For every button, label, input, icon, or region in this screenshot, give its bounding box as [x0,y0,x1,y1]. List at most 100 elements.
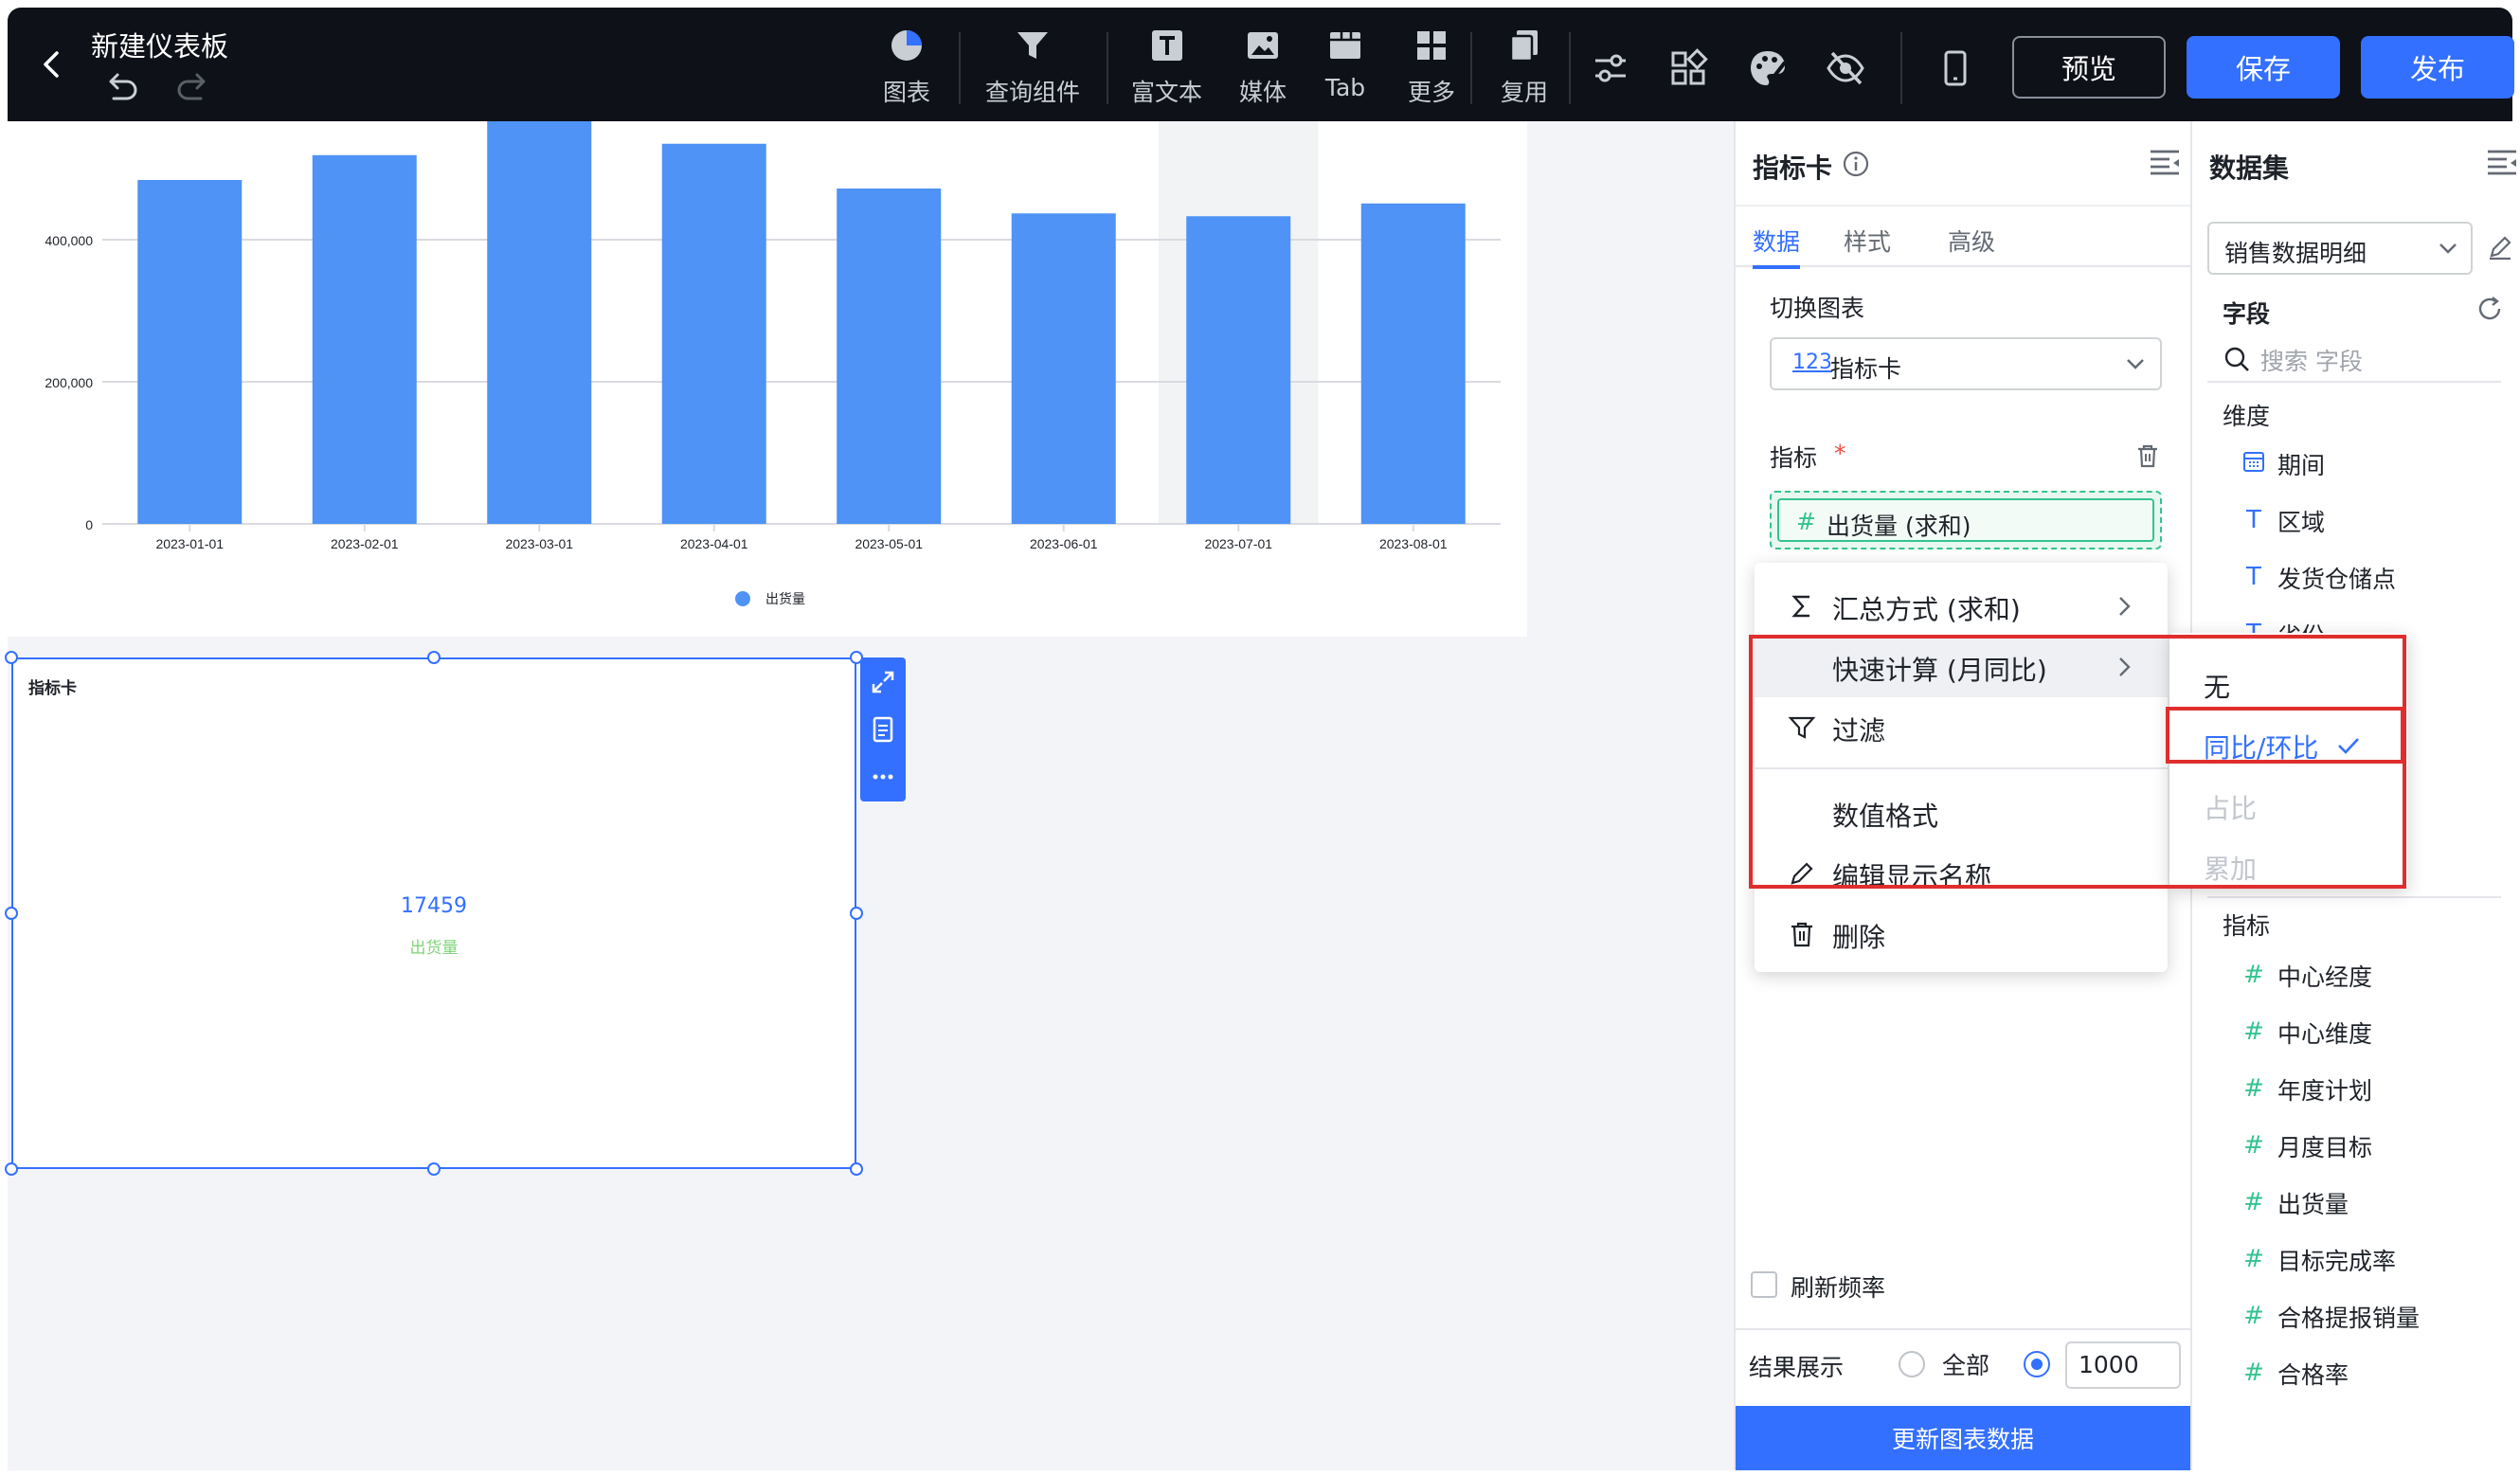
toolbar-chart-label: 图表 [883,79,931,106]
result-limit-radio[interactable] [2024,1351,2050,1377]
text-icon [1146,25,1188,66]
mobile-icon[interactable] [1935,47,1976,89]
eye-off-icon[interactable] [1825,47,1866,89]
legend-label: 出货量 [765,591,805,606]
bar [1360,203,1466,524]
resize-handle[interactable] [850,907,863,920]
toolbar-divider [1900,32,1902,104]
dataset-title: 数据集 [2209,153,2290,184]
collapse-panel-icon[interactable] [2149,148,2181,176]
x-tick-label: 2023-07-01 [1204,536,1272,551]
resize-handle[interactable] [5,907,18,920]
save-button[interactable]: 保存 [2187,36,2340,99]
tab-style[interactable]: 样式 [1844,224,1891,258]
menu-item-aggregation[interactable]: 汇总方式 (求和) [1755,576,2168,637]
chart-type-select[interactable]: 123 指标卡 [1770,337,2162,390]
palette-icon[interactable] [1747,47,1789,89]
calendar-icon [2240,449,2268,477]
sliders-icon[interactable] [1590,47,1631,89]
switch-chart-label: 切换图表 [1770,295,1865,322]
menu-item-label: 删除 [1832,922,1886,953]
x-tick-label: 2023-02-01 [331,536,399,551]
refresh-checkbox[interactable] [1751,1271,1777,1298]
bar-chart-card[interactable]: 0 200,000 400,000 2023-01-01 2023-02-01 2023-… [8,121,1527,637]
y-tick-label: 0 [85,517,93,532]
bar [1011,213,1116,524]
metric-card[interactable]: 指标卡 17459 出货量 [11,657,856,1169]
resize-handle[interactable] [5,1162,18,1176]
toolbar-more[interactable]: 更多 [1408,25,1455,116]
y-tick-label: 400,000 [45,233,93,248]
update-chart-button[interactable]: 更新图表数据 [1736,1406,2190,1470]
refresh-label: 刷新频率 [1791,1274,1886,1302]
more-icon[interactable] [868,762,898,792]
chevron-down-icon [2435,235,2461,261]
metric-section-label: 指标 [1770,444,1818,472]
edit-icon[interactable] [2486,233,2514,261]
chart-type-value: 指标卡 [1830,355,1902,383]
menu-item-delete[interactable]: 删除 [1755,904,2168,964]
resize-handle[interactable] [850,1162,863,1176]
metric-field-name: 出货量 (求和) [1827,513,1971,540]
dashboard-title[interactable]: 新建仪表板 [91,25,228,64]
search-icon [2223,345,2251,373]
number-type-icon: # [2243,1074,2264,1103]
toolbar-media-label: 媒体 [1239,79,1287,106]
info-icon[interactable] [1842,150,1870,178]
toolbar-query-label: 查询组件 [985,79,1081,106]
fields-label: 字段 [2223,300,2271,328]
chart-type-badge: 123 [1792,351,1832,374]
undo-icon[interactable] [102,70,140,104]
text-type-icon: T [2246,563,2261,591]
toolbar-chart[interactable]: 图表 [883,25,930,116]
field-search[interactable]: 搜索 字段 [2207,335,2501,383]
top-bar: 新建仪表板 图表 查询组件 富文本 媒体 Tab 更多 复用 预览 保存 发布 [8,8,2514,121]
document-icon[interactable] [868,714,898,745]
dashboard-canvas: 0 200,000 400,000 2023-01-01 2023-02-01 2023-… [5,121,1734,1470]
collapse-dataset-icon[interactable] [2486,148,2518,176]
legend-swatch [735,591,750,606]
layout-icon[interactable] [1667,47,1709,89]
toolbar-richtext[interactable]: 富文本 [1131,25,1202,116]
result-label: 结果展示 [1749,1354,1845,1381]
result-all-label: 全部 [1942,1352,1990,1379]
toolbar-richtext-label: 富文本 [1131,79,1203,106]
metric-group-label: 指标 [2223,912,2271,940]
tab-advanced[interactable]: 高级 [1948,224,1995,258]
resize-handle[interactable] [427,1162,441,1176]
tab-data[interactable]: 数据 [1753,224,1800,258]
tab-icon [1324,25,1366,66]
trash-icon[interactable] [2133,441,2162,470]
refresh-icon[interactable] [2476,296,2505,324]
resize-handle[interactable] [5,651,18,664]
field-name: 发货仓储点 [2277,566,2397,593]
calculated-field-icon: # [2243,1359,2264,1387]
resize-handle[interactable] [427,651,441,664]
preview-button[interactable]: 预览 [2012,36,2166,99]
metric-field-pill[interactable]: # 出货量 (求和) [1770,491,2162,549]
image-icon [1242,25,1284,66]
hash-icon: # [1796,508,1816,535]
field-name: 期间 [2277,452,2326,479]
toolbar-tab[interactable]: Tab [1324,25,1366,116]
toolbar-media[interactable]: 媒体 [1239,25,1287,116]
expand-icon[interactable] [868,667,898,697]
bar-chart: 0 200,000 400,000 2023-01-01 2023-02-01 2023-… [45,121,1501,606]
redo-icon[interactable] [174,70,212,104]
trash-icon [1787,919,1817,949]
field-name: 年度计划 [2277,1077,2373,1105]
panel-tabs: 数据 样式 高级 [1736,205,2190,269]
calculated-field-icon: # [2243,1245,2264,1273]
field-name: 中心经度 [2277,963,2373,991]
x-tick-label: 2023-01-01 [155,536,224,551]
back-icon[interactable] [32,45,70,83]
publish-button[interactable]: 发布 [2361,36,2514,99]
toolbar-reuse[interactable]: 复用 [1501,25,1548,116]
divider [2207,896,2501,898]
dataset-select[interactable]: 销售数据明细 [2207,222,2473,275]
result-all-radio[interactable] [1899,1351,1925,1377]
metric-card-value: 17459 [401,894,467,918]
result-limit-input[interactable]: 1000 [2065,1341,2181,1389]
toolbar-query[interactable]: 查询组件 [985,25,1080,116]
metric-field-inner: # 出货量 (求和) [1777,498,2154,542]
